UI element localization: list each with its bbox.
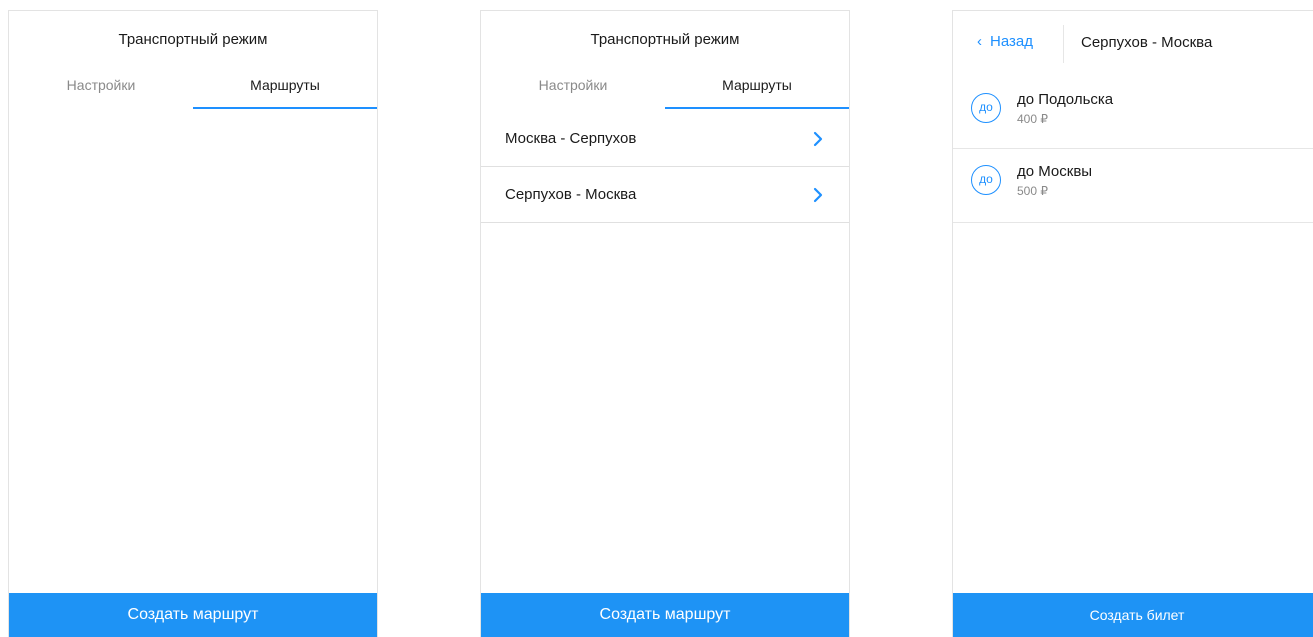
ticket-item-podolsk[interactable]: до до Подольска 400 ₽ (953, 77, 1313, 149)
tab-settings[interactable]: Настройки (9, 77, 193, 109)
routes-screen-empty: Транспортный режим Настройки Маршруты Со… (8, 10, 378, 637)
destination-badge: до (971, 93, 1001, 123)
tab-routes[interactable]: Маршруты (193, 77, 377, 109)
page-title: Транспортный режим (590, 31, 740, 48)
tab-settings[interactable]: Настройки (481, 77, 665, 109)
ticket-list: до до Подольска 400 ₽ до до Москвы 500 ₽ (953, 77, 1313, 223)
page-title: Транспортный режим (118, 31, 268, 48)
create-route-button[interactable]: Создать маршрут (9, 593, 377, 637)
route-item-moscow-serpukhov[interactable]: Москва - Серпухов (481, 111, 849, 167)
tab-routes[interactable]: Маршруты (665, 77, 849, 109)
route-label: Серпухов - Москва (505, 186, 637, 203)
ticket-name: до Подольска (1017, 91, 1114, 108)
route-detail-screen: ‹ Назад Серпухов - Москва до до Подольска… (952, 10, 1313, 637)
destination-badge: до (971, 165, 1001, 195)
tab-bar: Настройки Маршруты (481, 77, 849, 109)
ticket-name: до Москвы (1017, 163, 1093, 180)
ticket-price: 400 ₽ (1017, 112, 1048, 126)
tab-bar: Настройки Маршруты (9, 77, 377, 109)
route-list: Москва - Серпухов Серпухов - Москва (481, 111, 849, 223)
route-label: Москва - Серпухов (505, 130, 637, 147)
routes-screen-list: Транспортный режим Настройки Маршруты Мо… (480, 10, 850, 637)
chevron-right-icon (813, 187, 823, 203)
page-title: Серпухов - Москва (1081, 34, 1213, 51)
chevron-right-icon (813, 131, 823, 147)
route-item-serpukhov-moscow[interactable]: Серпухов - Москва (481, 167, 849, 223)
nav-divider (1063, 25, 1064, 63)
ticket-item-moscow[interactable]: до до Москвы 500 ₽ (953, 149, 1313, 223)
create-ticket-button[interactable]: Создать билет (953, 593, 1313, 637)
create-route-button[interactable]: Создать маршрут (481, 593, 849, 637)
back-button[interactable]: ‹ Назад (977, 33, 1033, 50)
chevron-left-icon: ‹ (977, 33, 982, 50)
ticket-price: 500 ₽ (1017, 184, 1048, 198)
back-label: Назад (990, 33, 1033, 50)
